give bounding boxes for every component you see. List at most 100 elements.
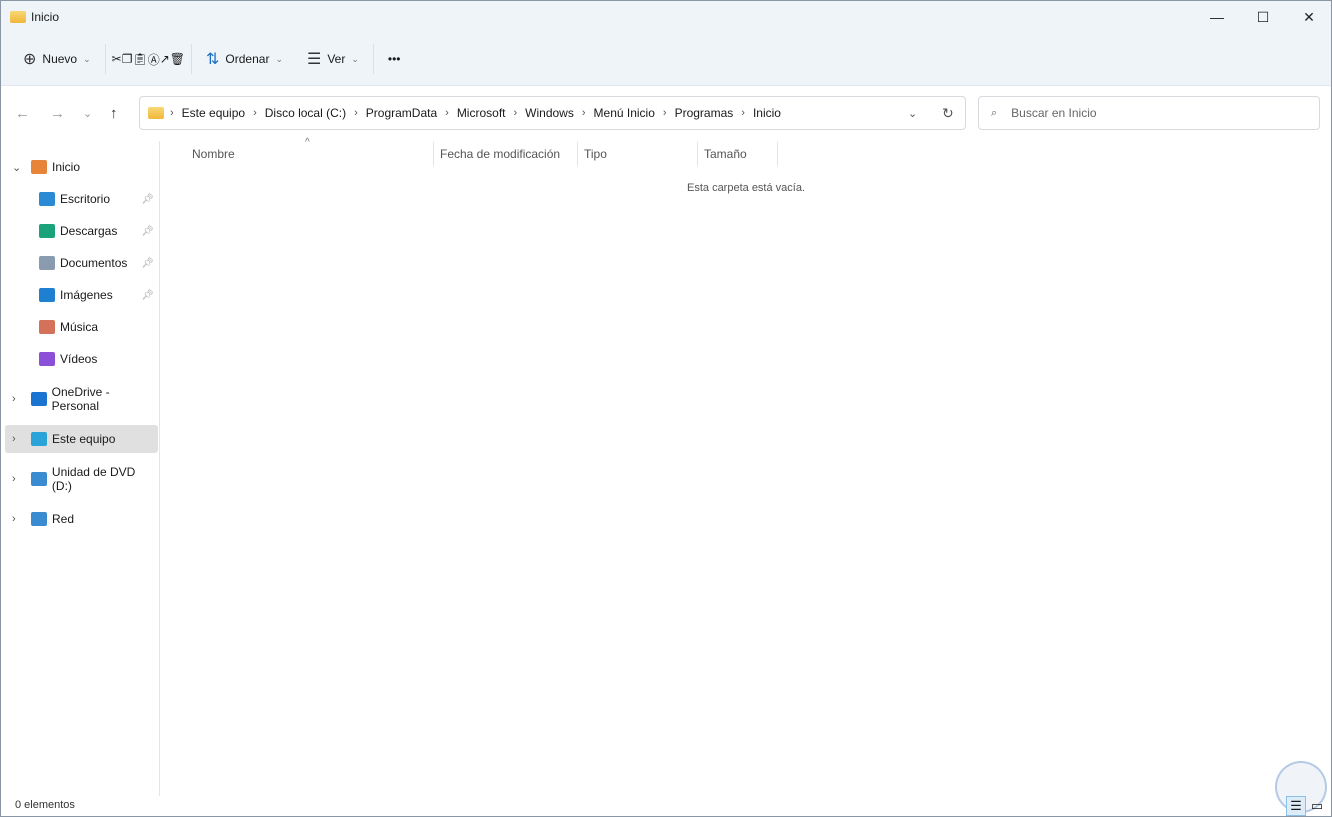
share-icon[interactable]: ↗	[160, 52, 170, 66]
sidebar-item[interactable]: Documentos 📌︎	[5, 249, 158, 277]
column-header-name[interactable]: Nombre	[186, 141, 235, 167]
sidebar-item-label: OneDrive - Personal	[51, 385, 110, 413]
sidebar-item[interactable]: › OneDrive - Personal	[5, 385, 158, 413]
recent-chevron-icon[interactable]: ⌄	[83, 107, 92, 120]
pin-icon[interactable]: 📌︎	[141, 194, 154, 205]
breadcrumb[interactable]: Windows	[525, 106, 574, 120]
forward-icon[interactable]: →	[50, 105, 65, 122]
status-item-count: 0 elementos	[15, 799, 75, 811]
chevron-right-icon: ›	[662, 107, 667, 119]
refresh-icon[interactable]: ↻	[942, 105, 954, 122]
new-button[interactable]: ⊕ Nuevo ⌄	[15, 41, 99, 77]
chevron-right-icon: ›	[513, 107, 518, 119]
search-icon: ⌕	[991, 106, 998, 119]
breadcrumb[interactable]: Inicio	[753, 106, 781, 120]
more-button[interactable]: •••	[380, 41, 409, 77]
sort-label: Ordenar	[225, 52, 270, 66]
column-header-type[interactable]: Tipo	[578, 141, 607, 167]
chevron-right-icon: ›	[445, 107, 449, 119]
sidebar-item-label: Red	[52, 512, 75, 526]
close-button[interactable]: ✕	[1286, 1, 1332, 33]
minimize-button[interactable]: —	[1194, 1, 1240, 33]
pin-icon[interactable]: 📌︎	[141, 258, 154, 269]
download-icon	[39, 224, 55, 238]
chevron-right-icon: ›	[354, 107, 358, 119]
sidebar-item-label: Imágenes	[60, 288, 113, 302]
breadcrumb[interactable]: Programas	[675, 106, 734, 120]
sidebar-item[interactable]: › Red	[5, 505, 158, 533]
chevron-right-icon[interactable]: ›	[12, 473, 16, 485]
navigation-pane: ⌄ Inicio Escritorio 📌︎ Descargas 📌︎ Documentos…	[1, 141, 160, 796]
column-header-date[interactable]: Fecha de modificación	[434, 141, 560, 167]
sidebar-item[interactable]: › Unidad de DVD (D:)	[5, 465, 158, 493]
delete-icon[interactable]: 🗑︎	[170, 52, 185, 66]
document-icon	[39, 256, 55, 270]
cut-icon[interactable]: ✂	[112, 52, 122, 66]
details-view-icon[interactable]: ☰	[1286, 796, 1306, 816]
back-icon[interactable]: ←	[15, 105, 30, 122]
sidebar-item-label: Descargas	[60, 224, 118, 238]
maximize-button[interactable]: ☐	[1240, 1, 1286, 33]
copy-icon[interactable]: ❐	[122, 52, 133, 66]
home-icon	[31, 160, 47, 174]
chevron-down-icon: ⌄	[83, 53, 91, 64]
chevron-down-icon[interactable]: ⌄	[12, 161, 21, 174]
view-button[interactable]: ☰ Ver ⌄	[299, 41, 367, 77]
chevron-right-icon: ›	[170, 107, 174, 119]
history-dropdown-icon[interactable]: ⌄	[908, 107, 917, 120]
breadcrumb[interactable]: Menú Inicio	[594, 106, 655, 120]
chevron-right-icon[interactable]: ›	[12, 433, 16, 445]
sidebar-item[interactable]: Imágenes 📌︎	[5, 281, 158, 309]
folder-icon	[10, 11, 26, 23]
sidebar-item[interactable]: Escritorio 📌︎	[5, 185, 158, 213]
sort-button[interactable]: ⇅ Ordenar ⌄	[198, 41, 291, 77]
sidebar-item-label: Vídeos	[60, 352, 98, 366]
address-bar[interactable]: › Este equipo › Disco local (C:) › Program…	[139, 96, 966, 130]
address-row: ← → ⌄ ↑ › Este equipo › Disco local (C:) ›…	[1, 87, 1331, 139]
sidebar-item[interactable]: ⌄ Inicio	[5, 153, 158, 181]
chevron-right-icon: ›	[741, 107, 745, 119]
chevron-right-icon[interactable]: ›	[12, 513, 16, 525]
column-header-size[interactable]: Tamaño	[698, 141, 747, 167]
breadcrumb[interactable]: Disco local (C:)	[265, 106, 346, 120]
chevron-right-icon: ›	[581, 107, 586, 119]
pin-icon[interactable]: 📌︎	[141, 290, 154, 301]
column-label: Fecha de modificación	[440, 147, 561, 161]
command-bar: ⊕ Nuevo ⌄ ✂ ❐ 📋︎ Ⓐ ↗ 🗑︎ ⇅ Ordenar ⌄ ☰ Ver ⌄ ••…	[1, 33, 1331, 86]
onedrive-icon	[31, 392, 47, 406]
breadcrumb[interactable]: Microsoft	[457, 106, 506, 120]
rename-icon[interactable]: Ⓐ	[148, 51, 160, 68]
empty-folder-message: Esta carpeta está vacía.	[687, 182, 806, 194]
new-label: Nuevo	[42, 52, 78, 66]
chevron-right-icon[interactable]: ›	[12, 393, 16, 405]
divider	[191, 44, 193, 74]
sidebar-item[interactable]: Vídeos	[5, 345, 158, 373]
sidebar-item[interactable]: Descargas 📌︎	[5, 217, 158, 245]
search-placeholder: Buscar en Inicio	[1011, 106, 1097, 120]
large-icons-view-icon[interactable]: ▭	[1307, 796, 1327, 816]
view-label: Ver	[327, 52, 346, 66]
divider	[372, 44, 374, 74]
sidebar-item[interactable]: Música	[5, 313, 158, 341]
pin-icon[interactable]: 📌︎	[141, 226, 154, 237]
sidebar-item-label: Escritorio	[60, 192, 111, 206]
breadcrumb[interactable]: ProgramData	[366, 106, 437, 120]
paste-icon[interactable]: 📋︎	[132, 52, 147, 66]
sidebar-item-label: Inicio	[52, 160, 81, 174]
chevron-down-icon: ⌄	[275, 53, 283, 64]
column-label: Nombre	[192, 147, 235, 161]
folder-icon	[148, 107, 164, 119]
chevron-down-icon: ⌄	[351, 53, 359, 64]
breadcrumb[interactable]: Este equipo	[182, 106, 245, 120]
view-lines-icon: ☰	[307, 51, 322, 68]
desktop-icon	[39, 192, 55, 206]
plus-circle-icon: ⊕	[23, 51, 37, 68]
dvd-icon	[31, 472, 47, 486]
sort-icon: ⇅	[206, 51, 220, 68]
sidebar-item-label: Unidad de DVD (D:)	[51, 465, 136, 493]
sidebar-item[interactable]: › Este equipo	[5, 425, 158, 453]
up-icon[interactable]: ↑	[110, 105, 118, 122]
title-bar: Inicio — ☐ ✕	[1, 1, 1331, 33]
search-input[interactable]: ⌕ Buscar en Inicio	[978, 96, 1320, 130]
videos-icon	[39, 352, 55, 366]
